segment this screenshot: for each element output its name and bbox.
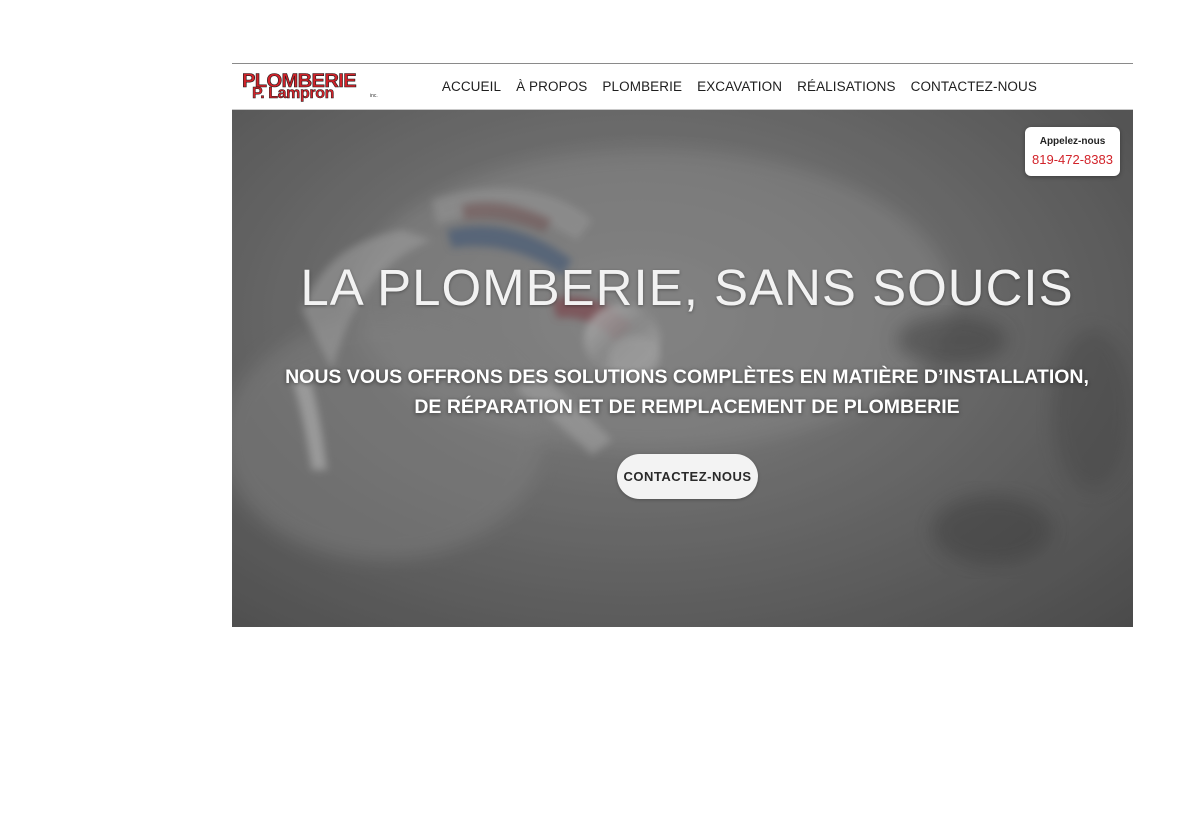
- call-us-box[interactable]: Appelez-nous 819-472-8383: [1025, 127, 1120, 176]
- nav-item-contactez-nous[interactable]: CONTACTEZ-NOUS: [911, 79, 1037, 94]
- nav-item-realisations[interactable]: RÉALISATIONS: [797, 79, 895, 94]
- nav-item-accueil[interactable]: ACCUEIL: [442, 79, 501, 94]
- call-us-label: Appelez-nous: [1039, 136, 1106, 147]
- nav-item-excavation[interactable]: EXCAVATION: [697, 79, 782, 94]
- logo-text-line2: P. Lampron: [252, 85, 335, 102]
- hero-subtitle: NOUS VOUS OFFRONS DES SOLUTIONS COMPLÈTE…: [272, 362, 1102, 422]
- logo-suffix: inc.: [370, 93, 378, 99]
- company-logo[interactable]: PLOMBERIE P. Lampron inc.: [242, 72, 382, 103]
- contact-cta-button[interactable]: CONTACTEZ-NOUS: [617, 454, 758, 499]
- phone-number-link[interactable]: 819-472-8383: [1025, 152, 1120, 167]
- hero-subtitle-line1: NOUS VOUS OFFRONS DES SOLUTIONS COMPLÈTE…: [285, 366, 1089, 388]
- nav-item-plomberie[interactable]: PLOMBERIE: [602, 79, 682, 94]
- nav-item-a-propos[interactable]: À PROPOS: [516, 79, 587, 94]
- hero-subtitle-line2: DE RÉPARATION ET DE REMPLACEMENT DE PLOM…: [414, 396, 960, 418]
- hero-title: LA PLOMBERIE, SANS SOUCIS: [300, 259, 1074, 316]
- navbar: PLOMBERIE P. Lampron inc. ACCUEIL À PROP…: [232, 64, 1133, 110]
- hero-section: LA PLOMBERIE, SANS SOUCIS NOUS VOUS OFFR…: [232, 110, 1133, 627]
- website-frame: PLOMBERIE P. Lampron inc. ACCUEIL À PROP…: [232, 63, 1133, 627]
- main-nav: ACCUEIL À PROPOS PLOMBERIE EXCAVATION RÉ…: [442, 64, 1037, 109]
